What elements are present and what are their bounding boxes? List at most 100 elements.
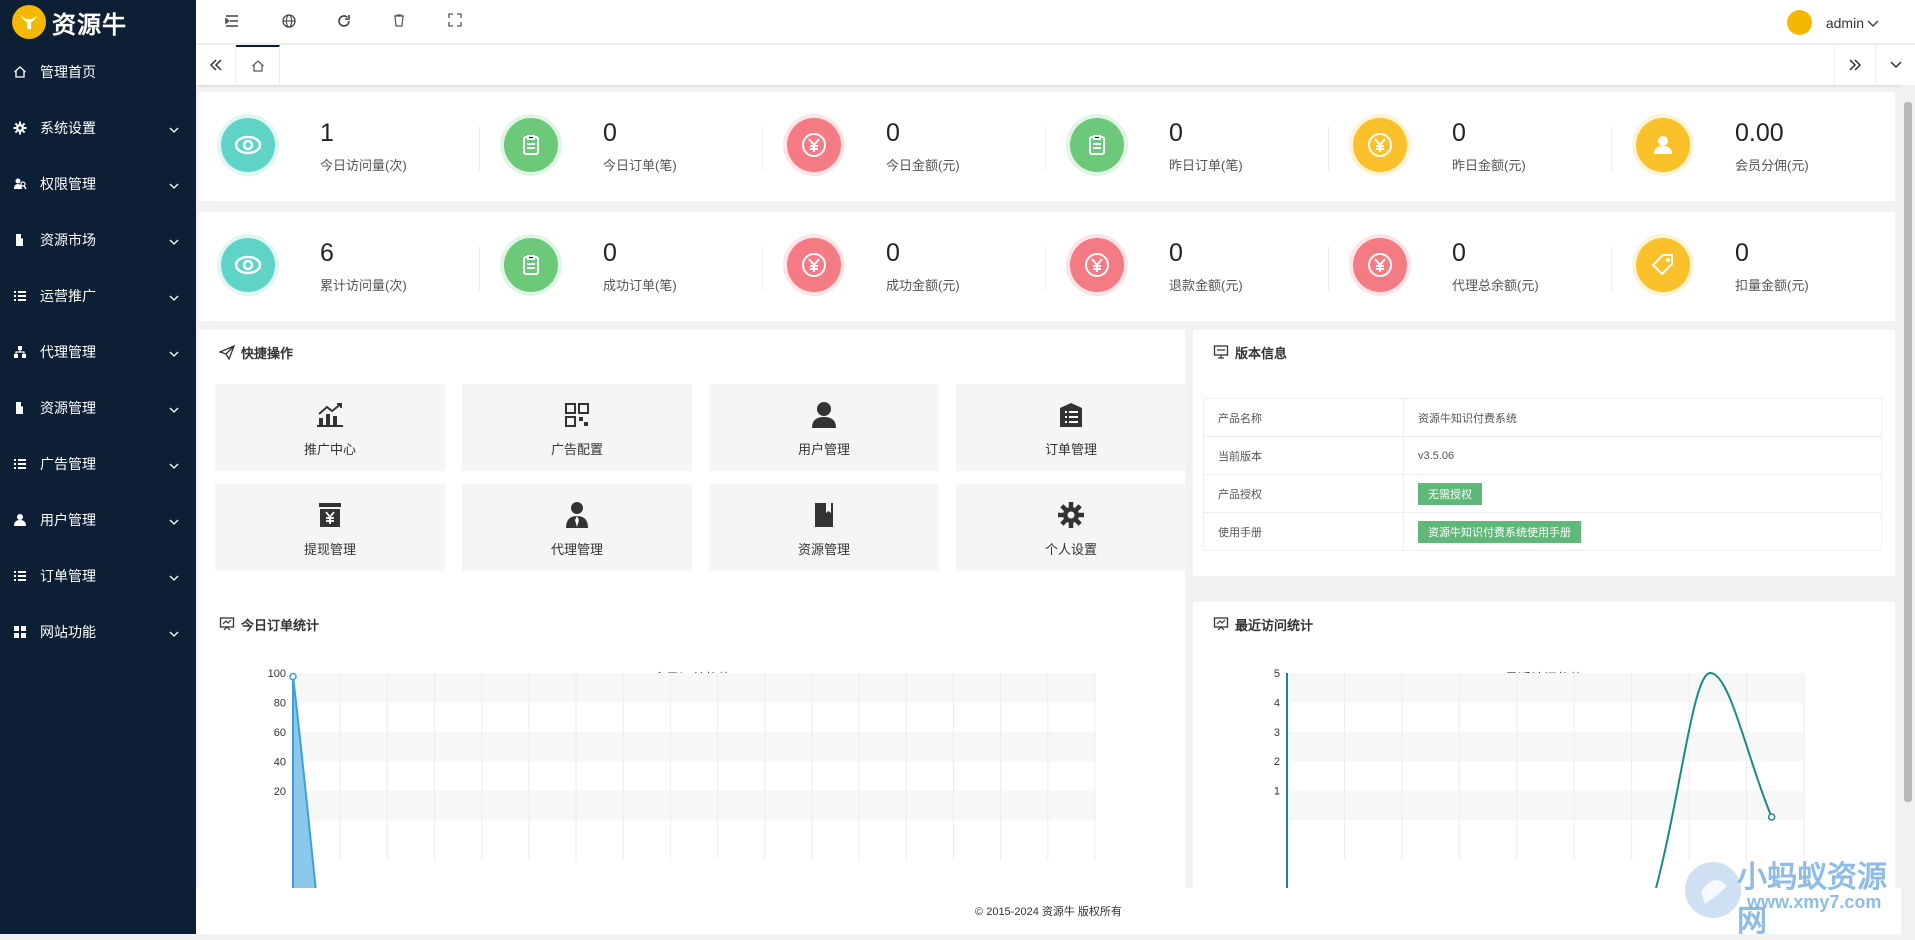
sidebar-item[interactable]: 管理首页 [0, 44, 196, 100]
sidebar-item[interactable]: 资源市场 [0, 212, 196, 268]
stat-label: 退款金额(元) [1169, 278, 1243, 293]
book-icon [12, 400, 28, 416]
divider [1045, 126, 1046, 172]
quick-action-button[interactable]: 广告配置 [462, 384, 692, 471]
user-icon [12, 512, 28, 528]
tabs-next-icon[interactable] [1834, 45, 1874, 85]
quick-action-label: 资源管理 [797, 542, 850, 557]
avatar [1786, 10, 1812, 35]
sidebar-item[interactable]: 代理管理 [0, 324, 196, 380]
grid-band [1287, 761, 1804, 791]
stat-value: 1 [320, 119, 334, 147]
chevron-down-icon [169, 127, 179, 133]
stat-item: 6 累计访问量(次) [199, 212, 481, 321]
list-box-icon [1058, 401, 1084, 429]
grid-band [293, 791, 1095, 821]
stat-item: 0 昨日金额(元) [1331, 92, 1613, 201]
gear-icon [1057, 501, 1085, 529]
sidebar-item[interactable]: 系统设置 [0, 100, 196, 156]
sidebar-item-label: 管理首页 [40, 64, 96, 80]
tabs-prev-icon[interactable] [196, 45, 236, 85]
stat-item: 0.00 会员分佣(元) [1614, 92, 1896, 201]
stat-item: 0 退款金额(元) [1048, 212, 1330, 321]
list-icon [12, 456, 28, 472]
trash-icon[interactable] [392, 13, 410, 31]
qrcode-icon [564, 401, 590, 429]
clipboard-icon [504, 118, 558, 172]
stat-value: 0 [1169, 239, 1183, 267]
top-bar: admin [196, 0, 1915, 44]
globe-icon[interactable] [281, 13, 299, 31]
chevron-down-icon [1867, 20, 1879, 27]
y-tick-label: 60 [274, 727, 286, 739]
clipboard-icon [504, 238, 558, 292]
scrollbar[interactable] [1901, 85, 1915, 934]
quick-action-label: 个人设置 [1044, 542, 1097, 557]
user-menu[interactable]: admin [1786, 10, 1879, 35]
quick-action-label: 推广中心 [303, 442, 356, 457]
sidebar-item-label: 资源管理 [40, 400, 96, 416]
gear-icon [12, 120, 28, 136]
quick-action-button[interactable]: 个人设置 [956, 484, 1186, 571]
quick-action-button[interactable]: 提现管理 [215, 484, 445, 571]
sidebar-item[interactable]: 资源管理 [0, 380, 196, 436]
sidebar-item[interactable]: 权限管理 [0, 156, 196, 212]
table-row: 产品名称 资源牛知识付费系统 [1203, 398, 1882, 437]
eye-icon [221, 238, 275, 292]
sidebar-item-label: 网站功能 [40, 624, 96, 640]
y-tick-label: 1 [1274, 786, 1280, 798]
sidebar-item[interactable]: 订单管理 [0, 548, 196, 604]
y-tick-label: 3 [1274, 727, 1280, 739]
quick-action-button[interactable]: 用户管理 [709, 384, 939, 471]
sidebar-item-label: 系统设置 [40, 120, 96, 136]
sidebar-item[interactable]: 运营推广 [0, 268, 196, 324]
sidebar-item-label: 订单管理 [40, 568, 96, 584]
quick-action-button[interactable]: 资源管理 [709, 484, 939, 571]
manual-link-button[interactable]: 资源牛知识付费系统使用手册 [1418, 520, 1581, 543]
stat-label: 昨日金额(元) [1452, 158, 1526, 173]
data-point [289, 672, 297, 681]
tag-icon [1636, 238, 1690, 292]
table-row: 当前版本 v3.5.06 [1203, 436, 1882, 475]
agent-icon [565, 501, 589, 529]
y-tick-label: 100 [268, 668, 286, 680]
tab-home[interactable] [236, 45, 280, 85]
y-tick-label: 20 [274, 786, 286, 798]
version-value: 资源牛知识付费系统 [1403, 398, 1882, 437]
stat-label: 代理总余额(元) [1452, 278, 1539, 293]
divider [1611, 126, 1612, 172]
grid-band [1287, 702, 1804, 732]
stat-value: 0 [1735, 239, 1749, 267]
book-icon [813, 501, 835, 529]
sidebar-item[interactable]: 网站功能 [0, 604, 196, 660]
quick-action-label: 订单管理 [1044, 442, 1097, 457]
version-value: v3.5.06 [1403, 436, 1882, 475]
orders-chart: 100 80 60 40 20 [268, 668, 1096, 888]
scrollbar-thumb[interactable] [1904, 102, 1912, 802]
fullscreen-icon[interactable] [448, 13, 466, 31]
stat-item: 1 今日访问量(次) [199, 92, 481, 201]
users-icon [12, 176, 28, 192]
sidebar-menu: 管理首页系统设置权限管理 资源市场 运营推广代理管理资源管理广告管理 用户管理订单管理… [0, 44, 196, 660]
sidebar-item-label: 代理管理 [40, 344, 96, 360]
user-icon [1636, 118, 1690, 172]
divider [1045, 246, 1046, 292]
divider [1328, 126, 1329, 172]
stat-label: 扣量金额(元) [1735, 278, 1809, 293]
sidebar-item[interactable]: 用户管理 [0, 492, 196, 548]
version-title: 版本信息 [1235, 345, 1288, 361]
grid-icon [12, 624, 28, 640]
stat-label: 成功金额(元) [886, 278, 960, 293]
chevron-down-icon [169, 463, 179, 469]
tabs-bar [196, 45, 1915, 85]
refresh-icon[interactable] [336, 13, 354, 31]
sidebar-item[interactable]: 广告管理 [0, 436, 196, 492]
grid-band [1287, 790, 1804, 820]
quick-action-button[interactable]: 推广中心 [215, 384, 445, 471]
quick-action-button[interactable]: 订单管理 [956, 384, 1186, 471]
stat-item: 0 昨日订单(笔) [1048, 92, 1330, 201]
menu-toggle-icon[interactable] [224, 13, 242, 31]
quick-action-button[interactable]: 代理管理 [462, 484, 692, 571]
tabs-dropdown-icon[interactable] [1875, 45, 1915, 85]
logo[interactable]: 资源牛 [0, 0, 196, 44]
